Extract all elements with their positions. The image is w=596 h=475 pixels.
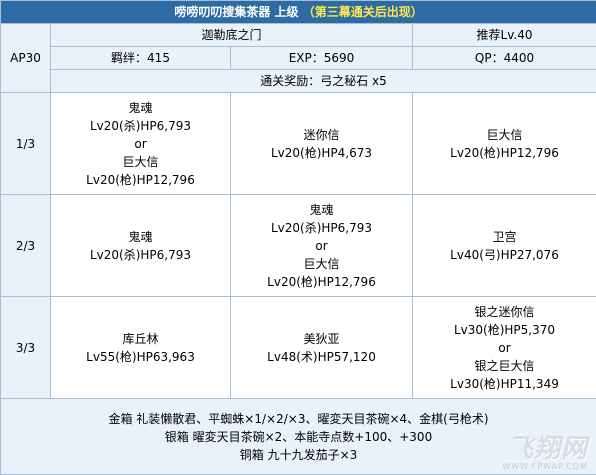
quest-subtitle: （第三幕通关后出现） [302,5,423,19]
enemy-stats: Lv20(杀)HP6,793 [89,118,192,133]
enemy-cell: 库丘林 Lv55(枪)HP63,963 [50,296,231,399]
quest-title: 唠唠叨叨搜集茶器 上级 [174,5,299,19]
enemy-cell: 迷你信 Lv20(枪)HP4,673 [230,92,413,195]
wave-label: 1/3 [0,92,51,195]
enemy-name: 迷你信 [303,127,340,142]
header-row: 唠唠叨叨搜集茶器 上级 （第三幕通关后出现） [0,0,596,24]
clear-reward: 通关奖励：弓之秘石 x5 [49,69,596,93]
enemy-stats: Lv20(枪)HP12,796 [267,274,376,289]
enemy-stats: Lv20(杀)HP6,793 [270,220,373,235]
enemy-name: 银之巨大信 [474,358,535,373]
enemy-name: 美狄亚 [303,331,340,346]
enemy-name: 鬼魂 [128,100,153,115]
quest-table: 唠唠叨叨搜集茶器 上级 （第三幕通关后出现） AP30 迦勒底之门 推荐Lv.4… [0,0,596,475]
wave-row-3: 3/3 库丘林 Lv55(枪)HP63,963 美狄亚 Lv48(术)HP57,… [0,296,596,399]
enemy-name: 鬼魂 [128,229,153,244]
wave-label: 2/3 [0,194,51,297]
recommended-level: 推荐Lv.40 [411,23,596,47]
info-row-stats: 羁绊：415 EXP：5690 QP：4400 [1,46,596,70]
enemy-cell: 鬼魂 Lv20(杀)HP6,793 [50,194,231,297]
enemy-stats: Lv20(枪)HP12,796 [86,172,195,187]
wave-label: 3/3 [0,296,51,399]
wave-row-1: 1/3 鬼魂 Lv20(杀)HP6,793 or 巨大信 Lv20(枪)HP12… [0,92,596,195]
bronze-chest-drops: 铜箱 九十九发茄子×3 [239,447,358,462]
enemy-stats: Lv20(枪)HP4,673 [270,145,373,160]
exp-points: EXP：5690 [230,46,413,70]
enemy-cell: 巨大信 Lv20(枪)HP12,796 [411,92,596,195]
enemy-stats: Lv30(枪)HP11,349 [450,376,559,391]
enemy-name: 卫宫 [492,229,517,244]
silver-chest-drops: 银箱 曜変天目茶碗×2、本能寺点数+100、+300 [164,429,433,444]
enemy-name: 库丘林 [122,331,159,346]
enemy-stats: Lv30(枪)HP5,370 [453,322,556,337]
qp-points: QP：4400 [411,46,596,70]
enemy-or: or [134,136,147,151]
enemy-name: 鬼魂 [309,202,334,217]
enemy-stats: Lv55(枪)HP63,963 [86,349,195,364]
enemy-or: or [315,238,328,253]
enemy-cell: 鬼魂 Lv20(杀)HP6,793 or 巨大信 Lv20(枪)HP12,796 [50,92,231,195]
drops-cell: 金箱 礼装懒散君、平蜘蛛×1/×2/×3、曜変天目茶碗×4、金棋(弓枪术) 银箱… [0,398,596,475]
enemy-name: 巨大信 [486,127,523,142]
bond-points: 羁绊：415 [50,46,231,70]
location-name: 迦勒底之门 [50,23,413,47]
info-row-location: AP30 迦勒底之门 推荐Lv.40 [0,23,596,93]
enemy-stats: Lv40(弓)HP27,076 [450,247,559,262]
enemy-stats: Lv48(术)HP57,120 [267,349,376,364]
enemy-or: or [498,340,511,355]
quest-title-cell: 唠唠叨叨搜集茶器 上级 （第三幕通关后出现） [0,0,596,24]
enemy-cell: 卫宫 Lv40(弓)HP27,076 [411,194,596,297]
ap-cost: AP30 [0,23,51,93]
enemy-name: 银之迷你信 [474,304,535,319]
enemy-name: 巨大信 [122,154,159,169]
enemy-name: 巨大信 [303,256,340,271]
gold-chest-drops: 金箱 礼装懒散君、平蜘蛛×1/×2/×3、曜変天目茶碗×4、金棋(弓枪术) [108,411,489,426]
drops-row: 金箱 礼装懒散君、平蜘蛛×1/×2/×3、曜変天目茶碗×4、金棋(弓枪术) 银箱… [0,398,596,475]
enemy-stats: Lv20(杀)HP6,793 [89,247,192,262]
enemy-cell: 鬼魂 Lv20(杀)HP6,793 or 巨大信 Lv20(枪)HP12,796 [230,194,413,297]
enemy-cell: 美狄亚 Lv48(术)HP57,120 [230,296,413,399]
info-row-reward: 通关奖励：弓之秘石 x5 [1,69,596,93]
enemy-cell: 银之迷你信 Lv30(枪)HP5,370 or 银之巨大信 Lv30(枪)HP1… [411,296,596,399]
enemy-stats: Lv20(枪)HP12,796 [450,145,559,160]
wave-row-2: 2/3 鬼魂 Lv20(杀)HP6,793 鬼魂 Lv20(杀)HP6,793 … [0,194,596,297]
